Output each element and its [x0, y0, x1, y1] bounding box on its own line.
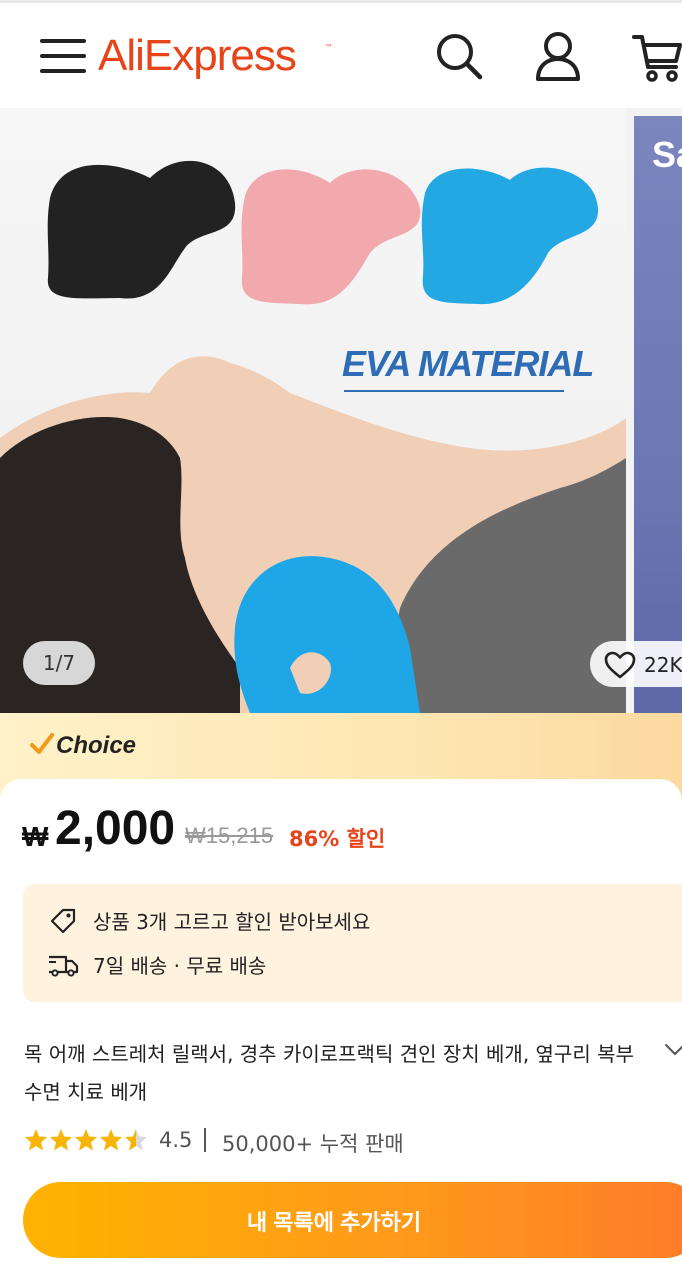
- product-image-gallery[interactable]: EVA MATERIAL 1/7 Sa 22K: [0, 108, 682, 713]
- image-caption: EVA MATERIAL: [342, 343, 594, 384]
- image-pager: 1/7: [23, 641, 95, 685]
- add-to-wishlist-label: 내 목록에 추가하기: [246, 1210, 422, 1235]
- promo-box[interactable]: 상품 3개 고르고 할인 받아보세요 7일 배송 · 무료 배송: [23, 884, 682, 1002]
- rating-value: 4.5: [159, 1128, 193, 1152]
- wishlist-count: 22K: [644, 653, 682, 677]
- rating-stars-icon: [25, 1129, 147, 1151]
- truck-icon: [49, 955, 79, 977]
- choice-label: Choice: [56, 732, 137, 759]
- discount-badge: 86% 할인: [289, 827, 386, 851]
- chevron-down-icon[interactable]: [664, 1043, 682, 1057]
- product-info-card: ₩ 2,000 ₩15,215 86% 할인 상품 3개 고르고 할인 받아보세…: [0, 779, 682, 1266]
- rating-separator: [204, 1128, 206, 1152]
- promo-text: 7일 배송 · 무료 배송: [93, 954, 267, 978]
- promo-text: 상품 3개 고르고 할인 받아보세요: [93, 910, 371, 934]
- caption-underline: [344, 390, 564, 392]
- search-icon[interactable]: [434, 31, 484, 85]
- next-image-text: Sa: [652, 134, 682, 175]
- next-product-image[interactable]: Sa: [634, 116, 682, 713]
- product-title[interactable]: 목 어깨 스트레처 릴랙서, 경추 카이로프랙틱 견인 장치 베개, 옆구리 복…: [24, 1035, 646, 1111]
- current-price: 2,000: [55, 802, 176, 855]
- logo-trademark: ™: [325, 43, 333, 52]
- checkmark-icon: [30, 733, 54, 754]
- account-icon[interactable]: [534, 31, 582, 87]
- tag-icon: [50, 908, 76, 934]
- menu-icon[interactable]: [40, 37, 86, 75]
- wishlist-button[interactable]: 22K: [590, 641, 682, 687]
- cart-icon[interactable]: [632, 31, 682, 87]
- product-image[interactable]: EVA MATERIAL 1/7: [0, 108, 626, 713]
- sold-count: 50,000+ 누적 판매: [222, 1132, 404, 1156]
- aliexpress-logo[interactable]: AliExpress: [98, 31, 297, 81]
- add-to-wishlist-button[interactable]: 내 목록에 추가하기: [23, 1182, 682, 1258]
- product-photo-illustration: [0, 160, 626, 713]
- original-price: ₩15,215: [185, 823, 274, 848]
- currency-symbol: ₩: [22, 821, 49, 852]
- app-header: AliExpress ™: [0, 0, 682, 108]
- heart-icon: [604, 651, 636, 679]
